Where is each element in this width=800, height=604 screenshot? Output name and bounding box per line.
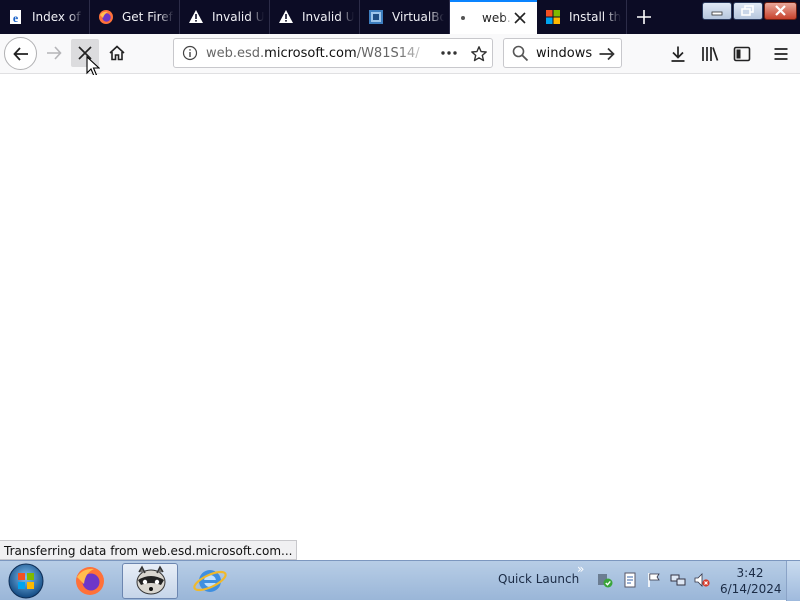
navigation-toolbar: web.esd.microsoft.com/W81S14/ windows xyxy=(0,34,800,74)
tab-title: Invalid U xyxy=(302,10,354,24)
sidebar-icon[interactable] xyxy=(733,45,751,63)
url-path: /W81S14/ xyxy=(356,46,420,61)
page-content-area xyxy=(0,75,800,560)
tab-title: Invalid U xyxy=(212,10,264,24)
start-button[interactable] xyxy=(6,562,46,600)
tab-install-windows[interactable]: Install th xyxy=(537,0,627,34)
close-icon xyxy=(775,5,786,16)
taskbar-firefox-button[interactable] xyxy=(63,563,119,599)
home-button[interactable] xyxy=(105,41,129,65)
bookmark-star-icon[interactable] xyxy=(470,45,488,63)
close-tab-icon[interactable] xyxy=(513,11,527,25)
tab-web-esd[interactable]: web.e xyxy=(450,0,537,34)
minimize-icon xyxy=(711,11,723,16)
forward-button[interactable] xyxy=(42,41,66,65)
back-button[interactable] xyxy=(4,37,37,70)
tab-invalid-1[interactable]: Invalid U xyxy=(180,0,270,34)
tab-title: VirtualBox xyxy=(392,10,444,24)
windows-taskbar: Quick Launch » 3:42 6/14/2024 xyxy=(0,560,800,601)
back-arrow-icon xyxy=(12,46,28,61)
close-window-button[interactable] xyxy=(764,2,797,20)
network-tray-icon[interactable] xyxy=(670,572,686,588)
url-prefix: web.esd. xyxy=(206,46,265,61)
raccoon-app-icon xyxy=(136,565,166,595)
status-panel: Transferring data from web.esd.microsoft… xyxy=(0,540,298,560)
url-bar[interactable]: web.esd.microsoft.com/W81S14/ xyxy=(173,38,493,68)
windows-logo-icon xyxy=(546,10,560,24)
tab-get-firefox[interactable]: Get Firefox xyxy=(90,0,180,34)
new-tab-icon[interactable] xyxy=(633,6,655,28)
search-bar[interactable]: windows xyxy=(503,38,622,68)
warning-icon xyxy=(279,10,293,23)
search-icon xyxy=(512,45,529,62)
search-input[interactable]: windows xyxy=(536,46,592,61)
document-tray-icon[interactable] xyxy=(622,572,638,588)
taskbar-ie-button[interactable] xyxy=(182,563,238,599)
clock-date: 6/14/2024 xyxy=(720,582,782,596)
forward-arrow-icon xyxy=(47,46,62,60)
search-go-arrow-icon[interactable] xyxy=(598,45,616,63)
firefox-icon xyxy=(99,10,113,24)
system-clock[interactable]: 3:42 6/14/2024 xyxy=(720,565,782,597)
library-icon[interactable] xyxy=(701,45,720,63)
action-center-flag-icon[interactable] xyxy=(646,572,662,588)
tab-title: Get Firefox xyxy=(122,10,174,24)
clock-time: 3:42 xyxy=(736,566,764,580)
loading-dot-icon xyxy=(461,16,465,20)
tab-title: Index of xyxy=(32,10,81,24)
security-check-tray-icon[interactable] xyxy=(597,572,613,588)
ie-page-icon: e xyxy=(10,10,21,25)
show-desktop-button[interactable] xyxy=(786,561,800,601)
virtualbox-icon xyxy=(369,10,383,24)
page-actions-more-icon[interactable] xyxy=(440,45,458,61)
restore-icon xyxy=(741,5,754,16)
minimize-button[interactable] xyxy=(702,2,732,20)
restore-button[interactable] xyxy=(733,2,763,20)
firefox-icon xyxy=(76,567,104,595)
volume-muted-icon[interactable] xyxy=(694,572,710,588)
warning-icon xyxy=(189,10,203,23)
downloads-icon[interactable] xyxy=(669,45,687,63)
tab-invalid-2[interactable]: Invalid U xyxy=(270,0,360,34)
url-domain: microsoft.com xyxy=(264,46,357,61)
svg-text:e: e xyxy=(13,11,19,25)
quick-launch-chevron[interactable]: » xyxy=(577,562,584,576)
url-text[interactable]: web.esd.microsoft.com/W81S14/ xyxy=(206,46,432,61)
tab-virtualbox[interactable]: VirtualBox xyxy=(360,0,450,34)
taskbar-app-button[interactable] xyxy=(122,563,178,599)
hamburger-menu-icon[interactable] xyxy=(773,45,789,63)
tab-index-of[interactable]: e Index of xyxy=(0,0,90,34)
tab-strip: e Index of Get Firefox Invalid U Invalid… xyxy=(0,0,800,34)
quick-launch-label[interactable]: Quick Launch xyxy=(498,572,579,586)
home-icon xyxy=(109,45,125,61)
internet-explorer-icon xyxy=(193,570,227,592)
tab-title: Install th xyxy=(569,10,621,24)
info-icon[interactable] xyxy=(182,45,198,61)
tab-title: web.e xyxy=(482,11,512,25)
